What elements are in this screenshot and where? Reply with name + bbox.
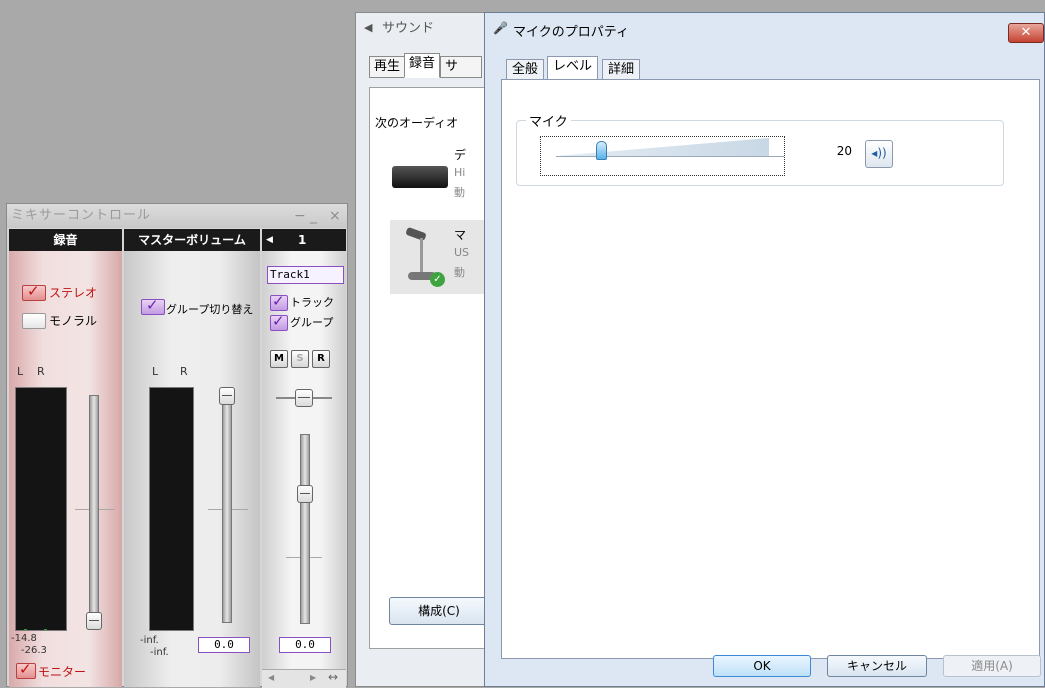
monitor-label: モニター [38,665,87,679]
level-slider-thumb[interactable] [596,141,608,160]
cancel-button[interactable]: キャンセル [827,655,927,677]
device-status: 動 [454,266,465,279]
meter-left-bar [24,629,27,630]
group-label: グループ [290,316,334,329]
track-checkbox[interactable]: ✓ [270,292,288,311]
mixer-titlebar[interactable]: ミキサーコントロール − _ × [7,204,347,228]
pin-icon[interactable]: − [294,204,306,228]
check-icon: ✓ [146,296,159,314]
track-column: ◀ 1 Track1 ✓ トラック ✓ グループ M S R 0.0 ◀ ▶ ↔ [262,229,346,688]
device-desc: US [454,246,470,259]
meter-right-bar [44,629,47,630]
mute-button[interactable]: M [270,350,288,368]
rec-column: 録音 ✓ ステレオ モノラル L R -14.8 -26.3 ✓ モニター [9,229,122,687]
tab-general[interactable]: 全般 [506,59,545,80]
mixer-control-window: ミキサーコントロール − _ × 録音 ✓ ステレオ モノラル L R -14.… [6,203,348,688]
microphone-icon: 🎤 [493,21,508,35]
tab-levels[interactable]: レベル [547,56,599,80]
mute-toggle-button[interactable]: ◂)) [865,140,893,168]
device-desc: Hi [454,166,466,179]
master-level-right: -inf. [150,647,169,658]
sound-window: ◀ サウンド 再生 録音 サ 次のオーディオ デ Hi 動 ✓ マ US 動 構… [355,12,493,687]
track-value-field[interactable]: 0.0 [279,637,331,653]
master-level-left: -inf. [140,635,159,646]
apply-button[interactable]: 適用(A) [943,655,1041,677]
minimize-button[interactable]: _ [310,204,317,228]
device-item-mic[interactable]: ✓ マ US 動 [390,220,488,294]
device-icon [392,166,448,188]
close-button[interactable]: × [329,204,341,228]
sound-title: サウンド [382,21,435,36]
track-number: 1 [298,233,307,247]
check-icon: ✓ [272,312,285,330]
rec-level-right: -26.3 [21,645,47,656]
group-switch-checkbox[interactable]: ✓ [141,296,165,315]
check-icon: ✓ [27,282,40,300]
device-item-digital[interactable]: デ Hi 動 [390,140,488,214]
level-value: 20 [836,144,852,158]
speaker-icon: ◀ [364,21,373,34]
stereo-checkbox[interactable]: ✓ [22,282,46,301]
resize-icon[interactable]: ↔ [328,670,338,684]
scroll-left-icon[interactable]: ◀ [268,673,274,682]
master-volume-column: マスターボリューム ✓ グループ切り替え L R -inf. -inf. 0.0 [124,229,260,687]
dialog-title: マイクのプロパティ [513,25,629,40]
meter-r-label: R [37,365,45,378]
track-fader-track[interactable] [300,434,310,624]
mono-label: モノラル [49,314,98,328]
track-fader-knob[interactable] [297,485,313,503]
scroll-right-icon[interactable]: ▶ [310,673,316,682]
master-fader-knob[interactable] [219,387,235,405]
track-label: トラック [290,296,334,309]
tab-playback[interactable]: 再生 [369,56,406,78]
levels-panel: マイク 20 ◂)) [501,79,1040,659]
device-name: デ [454,148,467,162]
track-name-field[interactable]: Track1 [267,266,344,284]
device-name: マ [454,228,467,242]
mixer-title: ミキサーコントロール [11,208,152,223]
master-column-header: マスターボリューム [124,229,260,251]
tab-recording[interactable]: 録音 [404,53,441,78]
track-scrollbar[interactable]: ◀ ▶ ↔ [262,669,346,688]
sound-panel: 次のオーディオ デ Hi 動 ✓ マ US 動 [369,87,493,649]
instruction-text: 次のオーディオ [375,116,459,130]
configure-button[interactable]: 構成(C) [389,597,489,625]
track-column-header: ◀ 1 [262,229,346,251]
mic-group-label: マイク [526,111,571,130]
stereo-label: ステレオ [49,286,98,300]
mono-checkbox[interactable] [22,313,46,329]
mic-properties-dialog: 🎤 マイクのプロパティ ✕ 全般 レベル 詳細 マイク 20 ◂)) OK キャ… [484,12,1045,687]
rec-column-header: 録音 [9,229,122,251]
meter-r-label: R [180,365,188,378]
master-value-field[interactable]: 0.0 [198,637,250,653]
ok-button[interactable]: OK [713,655,811,677]
group-switch-label: グループ切り替え [166,303,254,316]
tab-sounds[interactable]: サ [440,56,482,78]
meter-l-label: L [152,365,159,378]
meter-l-label: L [17,365,24,378]
master-fader-track[interactable] [222,395,232,623]
rec-fader-track[interactable] [89,395,99,630]
group-checkbox[interactable]: ✓ [270,312,288,331]
record-button[interactable]: R [312,350,330,368]
pan-knob[interactable] [295,389,313,407]
master-level-meter [149,387,194,631]
rec-level-meter [15,387,67,631]
speaker-icon: ◂)) [871,146,887,160]
solo-button[interactable]: S [291,350,309,368]
tab-advanced[interactable]: 詳細 [602,59,641,80]
check-icon: ✓ [19,660,32,678]
check-icon: ✓ [272,292,285,310]
default-check-icon: ✓ [430,272,445,287]
level-slider-track[interactable] [556,156,784,157]
device-status: 動 [454,186,465,199]
prev-track-icon[interactable]: ◀ [266,229,273,251]
rec-fader-knob[interactable] [86,612,102,630]
close-button[interactable]: ✕ [1008,23,1044,43]
monitor-checkbox[interactable]: ✓ [16,660,36,679]
rec-level-left: -14.8 [11,633,37,644]
